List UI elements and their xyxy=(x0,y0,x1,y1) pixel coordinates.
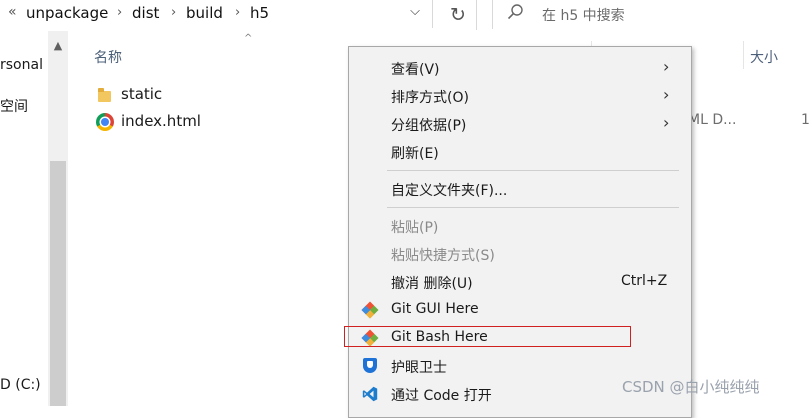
menu-item-paste: 粘贴(P) xyxy=(349,212,691,240)
navigation-pane: rsonal 空间 D (C:) xyxy=(0,31,48,406)
column-header-size[interactable]: 大小 xyxy=(750,47,778,67)
nav-scrollbar-thumb[interactable] xyxy=(50,161,66,406)
menu-item-group-by[interactable]: 分组依据(P) › xyxy=(349,110,691,138)
menu-item-label: 自定义文件夹(F)... xyxy=(391,183,508,199)
menu-item-label: Git GUI Here xyxy=(391,301,479,317)
menu-item-label: 查看(V) xyxy=(391,62,440,78)
nav-item-personal[interactable]: rsonal xyxy=(0,57,43,73)
nav-item-space[interactable]: 空间 xyxy=(0,96,28,116)
search-icon xyxy=(507,3,524,25)
nav-item-c-drive[interactable]: D (C:) xyxy=(0,377,41,393)
file-name: static xyxy=(121,85,163,103)
breadcrumb-build[interactable]: build xyxy=(186,4,223,22)
menu-item-label: 护眼卫士 xyxy=(391,360,447,376)
submenu-arrow-icon: › xyxy=(663,85,670,104)
menu-item-label: 通过 Code 打开 xyxy=(391,388,492,404)
file-type: ML D... xyxy=(688,112,737,128)
breadcrumb-dist[interactable]: dist xyxy=(132,4,159,22)
address-history-dropdown-icon[interactable]: ⌵ xyxy=(402,4,428,26)
address-bar-row: « unpackage › dist › build › h5 ⌵ ↻ 在 h5… xyxy=(0,0,810,30)
breadcrumb-separator-icon[interactable]: › xyxy=(117,5,122,20)
breadcrumb-separator-icon[interactable]: › xyxy=(171,5,176,20)
file-size: 1 xyxy=(801,112,810,128)
address-bar[interactable]: « unpackage › dist › build › h5 ⌵ xyxy=(0,0,433,28)
file-name: index.html xyxy=(121,112,201,130)
menu-item-view[interactable]: 查看(V) › xyxy=(349,54,691,82)
search-input[interactable]: 在 h5 中搜索 xyxy=(492,0,810,29)
menu-item-customize-folder[interactable]: 自定义文件夹(F)... xyxy=(349,175,691,203)
menu-item-label: 分组依据(P) xyxy=(391,118,467,134)
submenu-arrow-icon: › xyxy=(663,57,670,76)
context-menu: 查看(V) › 排序方式(O) › 分组依据(P) › 刷新(E) 自定义文件夹… xyxy=(348,46,692,418)
shield-icon xyxy=(361,357,379,375)
breadcrumb-overflow-icon[interactable]: « xyxy=(8,4,17,20)
breadcrumb-unpackage[interactable]: unpackage xyxy=(26,4,108,22)
refresh-button[interactable]: ↻ xyxy=(440,0,477,30)
menu-item-label: 粘贴(P) xyxy=(391,220,439,236)
scroll-up-icon[interactable]: ▲ xyxy=(48,39,68,52)
menu-item-label: 排序方式(O) xyxy=(391,90,469,106)
menu-item-git-gui[interactable]: Git GUI Here xyxy=(349,296,691,324)
menu-item-label: 粘贴快捷方式(S) xyxy=(391,248,495,264)
menu-item-refresh[interactable]: 刷新(E) xyxy=(349,138,691,166)
git-bash-highlight-box xyxy=(344,326,631,347)
menu-separator xyxy=(387,170,679,171)
menu-item-label: 撤消 删除(U) xyxy=(391,276,473,292)
search-placeholder: 在 h5 中搜索 xyxy=(542,8,625,24)
vscode-icon xyxy=(361,385,379,403)
breadcrumb-separator-icon[interactable]: › xyxy=(235,5,240,20)
submenu-arrow-icon: › xyxy=(663,113,670,132)
sort-ascending-icon: ^ xyxy=(244,33,253,44)
column-header-name[interactable]: 名称 xyxy=(94,47,122,67)
menu-item-sort-by[interactable]: 排序方式(O) › xyxy=(349,82,691,110)
chrome-icon xyxy=(96,113,114,131)
nav-scrollbar[interactable]: ▲ xyxy=(48,31,68,406)
menu-separator xyxy=(387,207,679,208)
breadcrumb-h5[interactable]: h5 xyxy=(250,4,269,22)
menu-item-undo-delete[interactable]: 撤消 删除(U) Ctrl+Z xyxy=(349,268,691,296)
git-gui-icon xyxy=(361,301,379,319)
menu-item-label: 刷新(E) xyxy=(391,146,439,162)
menu-shortcut: Ctrl+Z xyxy=(621,273,668,289)
folder-icon xyxy=(96,86,114,104)
menu-item-paste-shortcut: 粘贴快捷方式(S) xyxy=(349,240,691,268)
column-divider[interactable] xyxy=(743,41,744,69)
watermark: CSDN @白小纯纯纯 xyxy=(622,378,760,396)
